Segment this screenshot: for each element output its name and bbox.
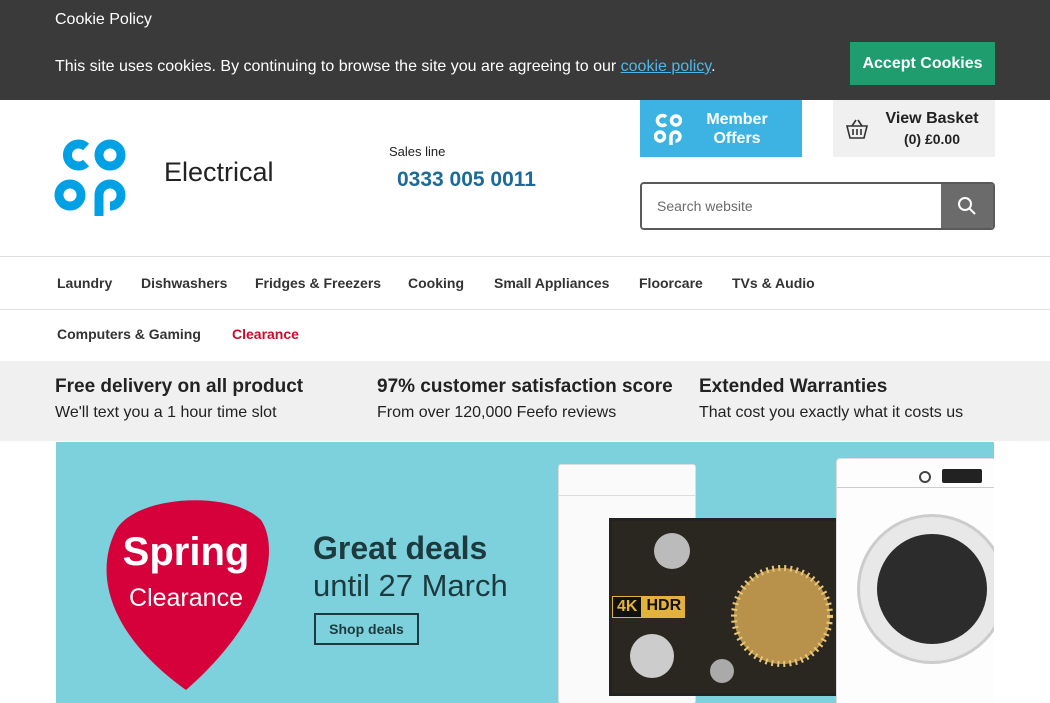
search-input[interactable] — [642, 184, 941, 228]
badge-4k: 4K — [612, 596, 643, 618]
washer-panel-line — [837, 487, 994, 488]
nav-floorcare[interactable]: Floorcare — [639, 275, 703, 291]
search-icon — [958, 197, 976, 215]
basket-text: View Basket (0) £0.00 — [869, 110, 995, 147]
cookie-policy-link[interactable]: cookie policy — [621, 58, 711, 75]
hero-headline: Great deals — [313, 530, 488, 566]
basket-value: (0) £0.00 — [903, 131, 961, 147]
member-label-line-1: Member — [706, 110, 768, 128]
nav-clearance[interactable]: Clearance — [232, 326, 299, 342]
washer-dial — [919, 471, 931, 483]
search-bar — [640, 182, 995, 230]
nav-computers-gaming[interactable]: Computers & Gaming — [57, 326, 201, 342]
main-nav-row-1: Laundry Dishwashers Fridges & Freezers C… — [0, 256, 1050, 310]
usp-title: Free delivery on all product — [55, 376, 304, 397]
member-offers-label: Member Offers — [682, 110, 802, 148]
washer-display — [942, 469, 982, 483]
basket-icon — [845, 119, 869, 139]
badge-line-2: Clearance — [129, 584, 243, 612]
nav-dishwashers[interactable]: Dishwashers — [141, 275, 227, 291]
view-basket-button[interactable]: View Basket (0) £0.00 — [833, 100, 995, 157]
usp-strip: Free delivery on all product We'll text … — [0, 361, 1050, 441]
tv-image: 4K HDR — [609, 518, 841, 696]
usp-subtitle: We'll text you a 1 hour time slot — [55, 404, 277, 421]
coop-mini-icon — [654, 113, 682, 145]
member-offers-button[interactable]: Member Offers — [640, 100, 802, 157]
cookie-text-after: . — [711, 58, 716, 75]
sales-line-label: Sales line — [389, 144, 446, 159]
accept-cookies-button[interactable]: Accept Cookies — [850, 42, 995, 85]
cookie-text-before: This site uses cookies. By continuing to… — [55, 58, 621, 75]
spring-clearance-badge: Spring Clearance — [96, 490, 272, 690]
usp-title: Extended Warranties — [699, 376, 888, 397]
nav-tvs-audio[interactable]: TVs & Audio — [732, 275, 815, 291]
usp-subtitle: From over 120,000 Feefo reviews — [377, 404, 617, 421]
main-nav-row-2: Computers & Gaming Clearance — [0, 310, 1050, 361]
nav-laundry[interactable]: Laundry — [57, 275, 112, 291]
member-label-line-2: Offers — [713, 129, 761, 147]
nav-fridges-freezers[interactable]: Fridges & Freezers — [255, 275, 381, 291]
hero-banner[interactable]: Spring Clearance Great deals until 27 Ma… — [56, 442, 994, 703]
nav-small-appliances[interactable]: Small Appliances — [494, 275, 609, 291]
usp-satisfaction[interactable]: 97% customer satisfaction score From ove… — [377, 376, 673, 422]
usp-warranties[interactable]: Extended Warranties That cost you exactl… — [699, 376, 963, 422]
washer-drum — [877, 534, 987, 644]
basket-title: View Basket — [885, 110, 979, 127]
shop-deals-button[interactable]: Shop deals — [314, 613, 419, 645]
brand-subtitle: Electrical — [164, 157, 274, 187]
usp-title: 97% customer satisfaction score — [377, 376, 673, 397]
usp-delivery[interactable]: Free delivery on all product We'll text … — [55, 376, 303, 422]
usp-subtitle: That cost you exactly what it costs us — [699, 404, 964, 421]
nav-cooking[interactable]: Cooking — [408, 275, 464, 291]
badge-hdr: HDR — [642, 596, 686, 618]
badge-line-1: Spring — [122, 530, 250, 574]
cookie-text: This site uses cookies. By continuing to… — [55, 58, 716, 76]
tv-4k-hdr-badge: 4K HDR — [612, 596, 686, 618]
cookie-banner: Cookie Policy This site uses cookies. By… — [0, 0, 1050, 100]
hero-subheadline: until 27 March — [313, 568, 508, 603]
coop-logo[interactable] — [54, 138, 126, 216]
washing-machine-image — [836, 458, 994, 703]
search-button[interactable] — [941, 184, 993, 228]
cookie-title: Cookie Policy — [55, 11, 152, 28]
sales-line-number[interactable]: 0333 005 0011 — [397, 168, 536, 192]
fridge-line — [559, 495, 695, 496]
